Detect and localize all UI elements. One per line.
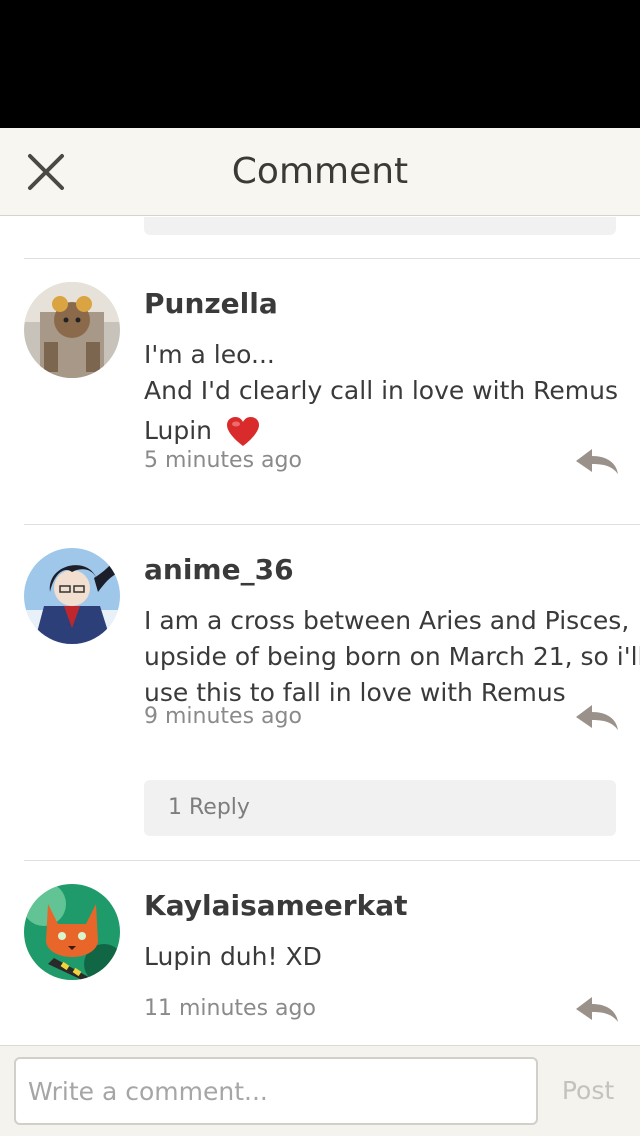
reply-button[interactable]	[574, 994, 620, 1026]
comment-text: I am a cross between Aries and Pisces, u…	[144, 603, 640, 711]
comment-line: Lupin	[144, 416, 212, 445]
comment-input[interactable]	[14, 1057, 538, 1125]
comment-line: And I'd clearly call in love with Remus	[144, 376, 619, 405]
reply-icon	[576, 705, 618, 730]
nav-bar: Comment	[0, 128, 640, 216]
status-bar	[0, 0, 640, 128]
comment-text: Lupin duh! XD	[144, 939, 614, 975]
avatar[interactable]	[24, 884, 120, 980]
reply-button[interactable]	[574, 446, 620, 478]
close-button[interactable]	[22, 148, 70, 196]
comment-line: Lupin duh! XD	[144, 942, 322, 971]
post-button[interactable]: Post	[552, 1057, 624, 1125]
comment-text: I'm a leo... And I'd clearly call in lov…	[144, 337, 619, 449]
username[interactable]: anime_36	[144, 553, 294, 586]
reply-icon	[576, 449, 618, 474]
page-title: Comment	[231, 151, 409, 192]
reply-count-label: 1 Reply	[168, 795, 250, 820]
comment-item: Kaylaisameerkat Lupin duh! XD 11 minutes…	[0, 861, 640, 1045]
username[interactable]: Punzella	[144, 287, 278, 320]
avatar[interactable]	[24, 282, 120, 378]
timestamp: 5 minutes ago	[144, 448, 302, 473]
reply-icon	[576, 997, 618, 1022]
timestamp: 11 minutes ago	[144, 996, 316, 1021]
comment-list[interactable]: Punzella I'm a leo... And I'd clearly ca…	[0, 217, 640, 1045]
comment-composer: Post	[0, 1045, 640, 1136]
timestamp: 9 minutes ago	[144, 704, 302, 729]
username[interactable]: Kaylaisameerkat	[144, 889, 408, 922]
comment-line: I'm a leo...	[144, 340, 275, 369]
comment-line: I am a cross between Aries and Pisces,	[144, 606, 630, 635]
previous-reply-button[interactable]	[144, 217, 616, 235]
comment-item: Punzella I'm a leo... And I'd clearly ca…	[0, 259, 640, 524]
close-icon	[28, 154, 64, 190]
avatar[interactable]	[24, 548, 120, 644]
red-heart-icon	[226, 417, 259, 446]
comment-item: anime_36 I am a cross between Aries and …	[0, 525, 640, 860]
reply-button[interactable]	[574, 702, 620, 734]
comment-line: upside of being born on March 21, so i'l…	[144, 642, 640, 671]
view-replies-button[interactable]: 1 Reply	[144, 780, 616, 836]
